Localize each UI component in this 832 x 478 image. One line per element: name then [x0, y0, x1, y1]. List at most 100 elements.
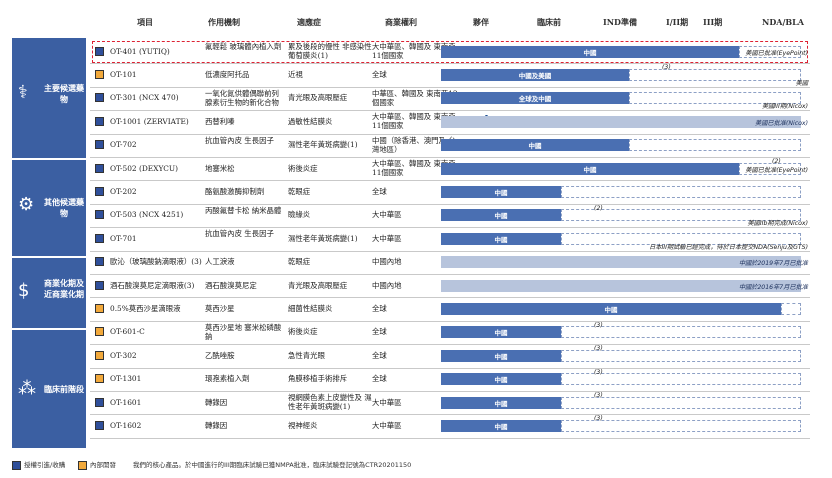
drug-name: 0.5%莫西沙星滴眼液	[110, 304, 181, 314]
legend-licensed-label: 授權引進/收購	[24, 461, 66, 469]
header-moa: 作用機制	[208, 17, 240, 27]
category-other-label: 其他候選藥物	[44, 198, 84, 218]
indication: 視網膜色素上皮變性及 濕性老年黃斑病變(1)	[288, 393, 372, 411]
mechanism: 西替利嗪	[205, 116, 235, 126]
inhouse-swatch	[78, 460, 87, 470]
header-indication: 適應症	[297, 17, 321, 27]
mechanism: 乙酰唑胺	[205, 350, 235, 360]
mechanism: 酪氨酸激酶抑制劑	[205, 187, 265, 197]
stage-bar-label: 中國	[494, 352, 508, 361]
header-p12: I/II期	[666, 17, 689, 27]
table-row: 0.5%莫西沙星滴眼液 莫西沙星 細菌性結膜炎 全球 中國	[90, 297, 810, 322]
drug-name: OT-101	[110, 70, 137, 80]
future-stage-outline	[629, 69, 801, 82]
mechanism: 地塞米松	[205, 163, 235, 173]
stage-note: 美國IIb期完成(Nicox)	[747, 220, 808, 228]
network-icon: ⁂	[18, 378, 36, 399]
legend-inhouse-label: 內部開發	[90, 461, 116, 469]
footnote-marker: (3)	[594, 392, 603, 399]
drug-name: OT-1001 (ZERVIATE)	[110, 116, 189, 126]
inhouse-marker	[95, 327, 104, 337]
footnote-marker: (3)	[594, 345, 603, 353]
mechanism: 人工淚液	[205, 257, 235, 267]
stage-note: 美國已批准(EyePoint)	[745, 166, 808, 174]
drug-name: OT-401 (YUTIQ)	[110, 46, 170, 56]
table-row: OT-502 (DEXYCU) 地塞米松 術後炎症 大中華區、韓國及 東南亞11個國家…	[90, 157, 810, 182]
category-separator	[86, 258, 88, 328]
drug-name: OT-503 (NCX 4251)	[110, 210, 184, 220]
legend-inhouse: 內部開發	[78, 459, 116, 470]
legend-footnote-text: 我們的核心產品。於中國進行的III期臨床試驗已獲NMPA批准，臨床試驗登記號為C…	[133, 461, 412, 469]
category-preclinical: ⁂ 臨床前階段	[12, 330, 86, 448]
category-separator	[86, 330, 88, 448]
category-preclinical-label: 臨床前階段	[44, 385, 84, 394]
stage-bar-label: 中國	[494, 329, 508, 338]
stage-bar: 中國	[441, 186, 561, 199]
mechanism: 莫西沙星地 塞米松磷酸鈉	[205, 322, 282, 341]
indication: 濕性老年黃斑病變(1)	[288, 233, 358, 243]
table-row: OT-202 酪氨酸激酶抑制劑 乾眼症 全球 中國	[90, 180, 810, 205]
stage-note: 美國已批准(Nicox)	[755, 119, 808, 127]
drug-name: OT-701	[110, 233, 137, 243]
stage-bar: 中國	[441, 373, 561, 386]
mechanism: 酒石酸溴莫尼定	[205, 280, 257, 290]
drug-name: OT-1601	[110, 397, 142, 407]
drug-name: OT-1602	[110, 421, 142, 431]
licensed-marker	[95, 233, 104, 243]
stage-bar: 中國	[441, 232, 561, 245]
indication: 濕性老年黃斑病變(1)	[288, 140, 358, 150]
drug-name: OT-1301	[110, 374, 142, 384]
table-row: OT-1001 (ZERVIATE) 西替利嗪 過敏性結膜炎 大中華區、韓國及 東南亞…	[90, 110, 810, 135]
stage-note: 美國已批准(EyePoint)	[745, 49, 808, 57]
stage-bar: 中國	[441, 209, 561, 222]
legend-licensed: 授權引進/收購	[12, 459, 65, 470]
category-other: ⚙ 其他候選藥物	[12, 160, 86, 256]
stage-bar: 中國	[441, 45, 739, 58]
indication: 術後炎症	[288, 327, 318, 337]
money-bag-icon: $	[18, 280, 30, 301]
stage-bar	[441, 115, 801, 128]
indication: 過敏性結膜炎	[288, 116, 333, 126]
category-main-label: 主要候選藥物	[44, 84, 84, 104]
stage-note: 美國	[795, 79, 808, 87]
stage-bar: 中國及美國	[441, 69, 629, 82]
licensed-marker	[95, 187, 104, 197]
header-partner: 夥伴	[473, 17, 489, 27]
licensed-marker	[95, 421, 104, 431]
drug-name: OT-301 (NCX 470)	[110, 93, 179, 103]
legend-footnote: 我們的核心產品。於中國進行的III期臨床試驗已獲NMPA批准，臨床試驗登記號為C…	[133, 459, 411, 469]
inhouse-marker	[95, 304, 104, 314]
licensed-marker	[95, 116, 104, 126]
category-commercial: $ 商業化期及近商業化期	[12, 258, 86, 328]
header-rights: 商業權利	[385, 17, 417, 27]
stage-bar-label: 中國及美國	[518, 72, 552, 81]
licensed-marker	[95, 163, 104, 173]
stage-bar-label: 中國	[494, 423, 508, 432]
indication: 瞼緣炎	[288, 210, 311, 220]
stage-bar-label: 中國	[528, 142, 542, 151]
mechanism: 一氧化氮供體偶聯前列 腺素衍生物的新化合物	[205, 88, 279, 107]
table-row: OT-701抗血管內皮 生長因子濕性老年黃斑病變(1)大中華區SENJU中國日本…	[90, 227, 810, 252]
stage-bar: 中國	[441, 326, 561, 339]
stage-note: 美國III期(Nicox)	[761, 103, 808, 111]
stage-bar: 中國	[441, 139, 629, 152]
drug-name: OT-302	[110, 350, 137, 360]
table-row: OT-1601轉錄因視網膜色素上皮變性及 濕性老年黃斑病變(1)大中華區SanB…	[90, 391, 810, 416]
category-main: ⚕ 主要候選藥物	[12, 38, 86, 158]
licensed-marker	[95, 210, 104, 220]
stage-note: 日本III期試驗已經完成，待於日本提交NDA(Senju及GTS)	[649, 243, 808, 251]
footnote-marker: (3)	[594, 415, 603, 423]
table-row: OT-101 低濃度阿托品 近視 全球 中國及美國 (3) 美國	[90, 63, 810, 88]
table-row: OT-702 抗血管內皮 生長因子 濕性老年黃斑病變(1) 中國（除香港、澳門及 台灣…	[90, 134, 810, 158]
indication: 術後炎症	[288, 163, 318, 173]
doctor-icon: ⚕	[18, 82, 28, 103]
indication: 角膜移植手術排斥	[288, 374, 348, 384]
stage-bar: 中國	[441, 303, 781, 316]
drug-name: 酒石酸溴莫尼定滴眼液(3)	[110, 280, 195, 290]
future-stage-outline	[629, 139, 801, 152]
licensed-marker	[95, 257, 104, 267]
stage-bar-label: 中國	[494, 235, 508, 244]
table-row: OT-302 乙酰唑胺 急性青光眼 全球 中國 (3)	[90, 344, 810, 369]
inhouse-marker	[95, 70, 104, 80]
drug-name: 歐沁（玻璃酸鈉滴眼液）(3)	[110, 257, 202, 267]
